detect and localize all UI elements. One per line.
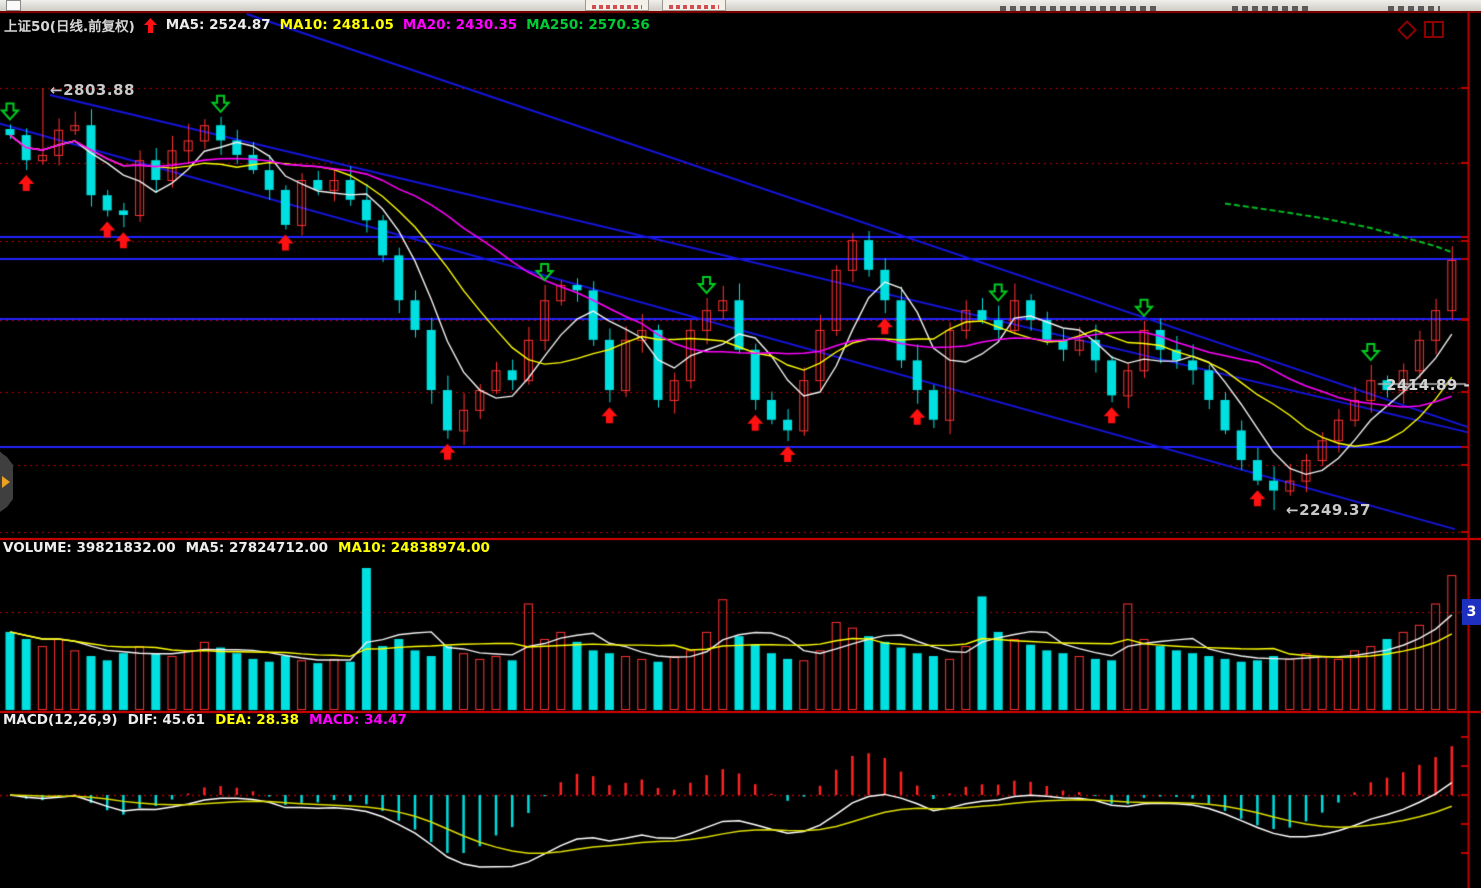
ma5-readout: MA5: 2524.87: [166, 17, 271, 33]
up-arrow-icon: [144, 18, 157, 33]
toolbar-text-fragment: [1232, 6, 1312, 11]
toolbar-text-fragment: [1388, 6, 1440, 11]
volume-ma10-readout: MA10: 24838974.00: [338, 540, 490, 556]
volume-scale-badge: 3: [1462, 599, 1481, 625]
diamond-icon[interactable]: [1397, 20, 1417, 40]
symbol-title: 上证50(日线.前复权): [4, 15, 135, 35]
split-window-icon[interactable]: [1424, 21, 1444, 38]
toolbar-button-stub[interactable]: [585, 0, 649, 11]
ma10-readout: MA10: 2481.05: [280, 17, 394, 33]
recent-price-label: 2414.89 -: [1386, 376, 1470, 394]
low-price-label: ←2249.37: [1286, 501, 1371, 519]
toolbar-text-fragment: [1000, 6, 1160, 11]
macd-title: MACD(12,26,9): [3, 712, 118, 728]
dea-readout: DEA: 28.38: [215, 712, 299, 728]
dif-readout: DIF: 45.61: [128, 712, 206, 728]
chart-corner-controls: [1400, 21, 1444, 38]
top-toolbar[interactable]: [0, 0, 1481, 13]
ma250-readout: MA250: 2570.36: [526, 17, 650, 33]
macd-readout: MACD: 34.47: [309, 712, 407, 728]
main-chart-header: 上证50(日线.前复权) MA5: 2524.87 MA10: 2481.05 …: [4, 15, 650, 35]
volume-header: VOLUME: 39821832.00 MA5: 27824712.00 MA1…: [3, 540, 490, 556]
macd-header: MACD(12,26,9) DIF: 45.61 DEA: 28.38 MACD…: [3, 712, 407, 728]
volume-ma5-readout: MA5: 27824712.00: [186, 540, 328, 556]
ma20-readout: MA20: 2430.35: [403, 17, 517, 33]
trading-app-window: 上证50(日线.前复权) MA5: 2524.87 MA10: 2481.05 …: [0, 0, 1481, 888]
toolbar-app-icon: [6, 0, 21, 11]
toolbar-button-stub[interactable]: [662, 0, 726, 11]
volume-readout: VOLUME: 39821832.00: [3, 540, 176, 556]
kline-chart-canvas[interactable]: [0, 0, 1481, 888]
high-price-label: ←2803.88: [50, 81, 135, 99]
expand-arrow-icon: [2, 476, 10, 488]
